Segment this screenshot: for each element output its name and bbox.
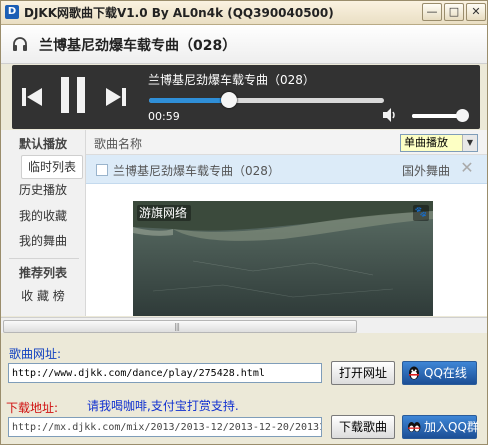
qq-group-icon: [408, 422, 421, 432]
donate-link[interactable]: 请我喝咖啡,支付宝打赏支持.: [87, 397, 239, 414]
qq-online-button[interactable]: QQ在线: [402, 361, 477, 385]
volume-fill: [412, 114, 463, 118]
qq-penguin-icon: [409, 366, 419, 380]
elapsed-time: 00:59: [148, 110, 180, 123]
progress-thumb[interactable]: [220, 92, 237, 108]
bottom-panel: 歌曲网址: http://www.djkk.com/dance/play/275…: [1, 333, 487, 444]
chevron-down-icon[interactable]: ▼: [462, 135, 477, 151]
volume-icon[interactable]: [382, 107, 398, 123]
column-song-name: 歌曲名称: [94, 137, 143, 151]
volume-slider[interactable]: [412, 109, 470, 122]
list-item[interactable]: 兰博基尼劲爆车载专曲（028） 国外舞曲 ✕: [86, 155, 487, 184]
now-playing-header: 兰博基尼劲爆车载专曲（028）: [1, 25, 487, 64]
download-url-field[interactable]: http://mx.djkk.com/mix/2013/2013-12/2013…: [8, 417, 322, 437]
sidebar-divider: [9, 258, 79, 259]
player-bar: 兰博基尼劲爆车载专曲（028） 00:59: [12, 65, 480, 129]
maximize-button[interactable]: □: [444, 3, 464, 21]
headphone-icon: [13, 37, 27, 51]
sidebar-item-temp-list[interactable]: 临时列表: [21, 155, 83, 179]
now-playing-title: 兰博基尼劲爆车载专曲（028）: [39, 38, 237, 54]
sidebar-item-favorites[interactable]: 我的收藏: [1, 205, 85, 227]
play-mode-select[interactable]: 单曲播放 ▼: [400, 134, 478, 152]
app-icon: D: [5, 5, 19, 19]
scrollbar-grip-icon: |||: [174, 322, 180, 331]
volume-thumb[interactable]: [456, 109, 470, 122]
window-title: DJKK网歌曲下载V1.0 By AL0n4k (QQ390040500): [24, 6, 334, 20]
progress-slider[interactable]: [149, 92, 384, 108]
sidebar-section-recommended: 推荐列表: [18, 266, 67, 280]
row-checkbox[interactable]: [96, 164, 108, 176]
scrollbar-thumb[interactable]: |||: [3, 320, 357, 333]
download-url-label: 下载地址:: [6, 401, 59, 415]
song-url-field[interactable]: http://www.djkk.com/dance/play/275428.ht…: [8, 363, 322, 383]
previous-icon[interactable]: [21, 86, 43, 108]
horizontal-scrollbar[interactable]: |||: [1, 317, 487, 333]
sidebar-section-default: 默认播放: [18, 137, 67, 151]
close-button[interactable]: ✕: [466, 3, 486, 21]
song-url-label: 歌曲网址:: [9, 347, 62, 361]
open-url-button[interactable]: 打开网址: [331, 361, 395, 385]
play-mode-value: 单曲播放: [404, 136, 448, 149]
list-header: 歌曲名称 单曲播放 ▼: [86, 130, 487, 155]
video-ad[interactable]: 游旗网络 🐾: [133, 201, 433, 316]
title-bar: D DJKK网歌曲下载V1.0 By AL0n4k (QQ390040500) …: [0, 0, 488, 25]
join-qq-group-button[interactable]: 加入QQ群: [402, 415, 479, 439]
sidebar-item-top-collected[interactable]: 收 藏 榜: [1, 285, 85, 307]
sidebar: 默认播放 临时列表 历史播放 我的收藏 我的舞曲 推荐列表 收 藏 榜: [1, 130, 86, 316]
sidebar-item-history[interactable]: 历史播放: [1, 179, 85, 201]
minimize-button[interactable]: —: [422, 3, 442, 21]
pause-icon[interactable]: [58, 75, 88, 115]
download-button[interactable]: 下载歌曲: [331, 415, 395, 439]
song-title[interactable]: 兰博基尼劲爆车载专曲（028）: [113, 162, 280, 179]
song-category: 国外舞曲: [402, 164, 451, 178]
ad-logo: 游旗网络: [137, 205, 192, 221]
paw-icon: 🐾: [413, 205, 429, 221]
progress-fill: [149, 98, 229, 103]
next-icon[interactable]: [105, 86, 127, 108]
qq-online-label: QQ在线: [424, 366, 467, 380]
track-title: 兰博基尼劲爆车载专曲（028）: [148, 73, 315, 87]
sidebar-item-my-dance[interactable]: 我的舞曲: [1, 230, 85, 252]
qq-group-label: 加入QQ群: [424, 420, 479, 434]
delete-icon[interactable]: ✕: [459, 159, 475, 177]
